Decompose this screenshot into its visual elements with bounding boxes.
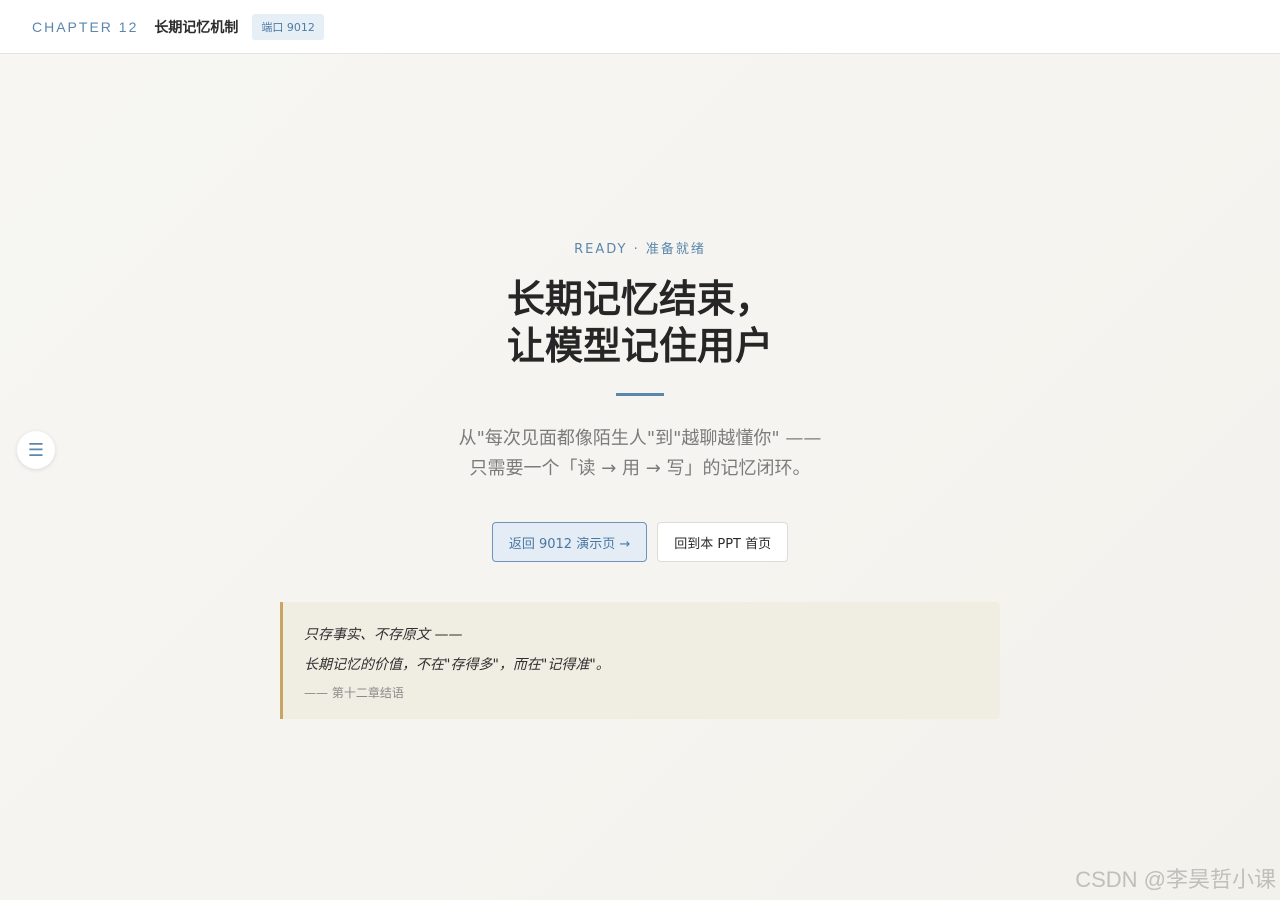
status-eyebrow: READY · 准备就绪: [574, 242, 706, 257]
subtitle-line-1: 从"每次见面都像陌生人"到"越聊越懂你" ——: [458, 428, 822, 449]
back-to-demo-button[interactable]: 返回 9012 演示页 →: [491, 522, 648, 562]
back-to-home-button[interactable]: 回到本 PPT 首页: [657, 522, 789, 562]
subtitle-line-2: 只需要一个「读 → 用 → 写」的记忆闭环。: [469, 458, 811, 479]
watermark: CSDN @李昊哲小课: [1075, 867, 1276, 892]
chapter-label: CHAPTER 12: [32, 18, 139, 35]
quote-line-1: 只存事实、不存原文 ——: [304, 627, 463, 643]
chapter-title: 长期记忆机制: [154, 19, 239, 36]
port-badge: 端口 9012: [252, 13, 324, 40]
page-title-line-1: 长期记忆结束，: [506, 277, 773, 321]
page-subtitle: 从"每次见面都像陌生人"到"越聊越懂你" —— 只需要一个「读 → 用 → 写」…: [0, 424, 1280, 484]
action-buttons: 返回 9012 演示页 → 回到本 PPT 首页: [0, 522, 1280, 562]
page-title: 长期记忆结束， 让模型记住用户: [0, 276, 1280, 370]
summary-quote: 只存事实、不存原文 —— 长期记忆的价值，不在"存得多"，而在"记得准"。 ——…: [280, 602, 1000, 719]
quote-source: —— 第十二章结语: [304, 686, 404, 700]
page-title-line-2: 让模型记住用户: [506, 324, 773, 368]
title-divider: [616, 393, 664, 396]
top-bar: CHAPTER 12 长期记忆机制 端口 9012: [0, 0, 1280, 54]
quote-line-2: 长期记忆的价值，不在"存得多"，而在"记得准"。: [304, 657, 610, 673]
